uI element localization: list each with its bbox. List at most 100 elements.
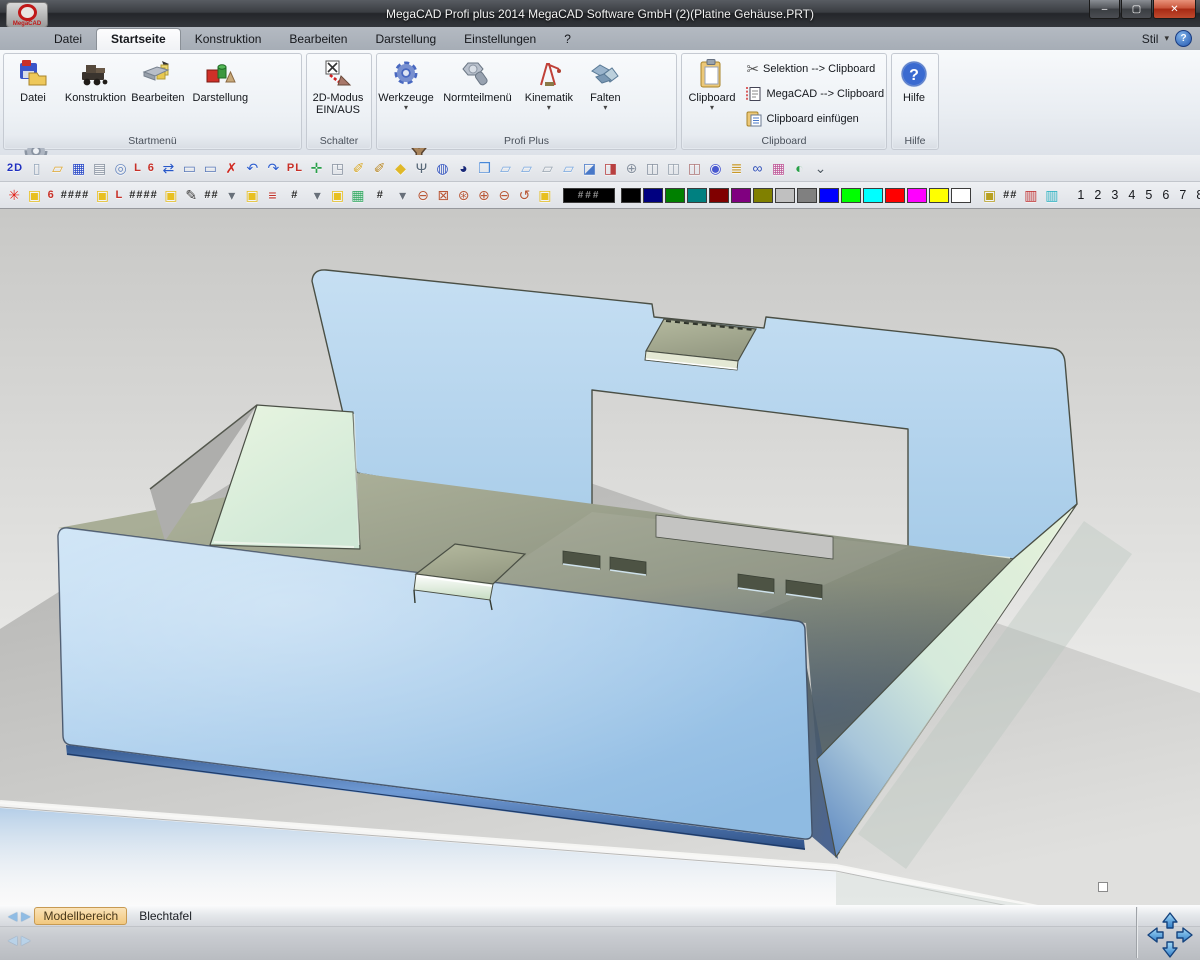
tripod-icon[interactable]: Ψ xyxy=(411,157,432,179)
dropdown-a-icon[interactable]: ▾ xyxy=(222,184,242,206)
clipboard-einfuegen-item[interactable]: Clipboard einfügen xyxy=(746,106,884,131)
style-selector[interactable]: Stil xyxy=(1142,32,1159,46)
pan-navigation-icon[interactable] xyxy=(1146,911,1194,959)
style-caret-icon[interactable]: ▾ xyxy=(1164,33,1169,44)
hash-field-a[interactable]: #### xyxy=(58,184,92,206)
layers-icon[interactable]: ≣ xyxy=(726,157,747,179)
layer-number-1[interactable]: 1 xyxy=(1072,188,1089,202)
new-file-icon[interactable]: ▯ xyxy=(26,157,47,179)
colorbars-b-icon[interactable]: ▥ xyxy=(1041,184,1062,206)
palette-swatch-6[interactable] xyxy=(753,188,773,203)
statusbar-tab-blechtafel[interactable]: Blechtafel xyxy=(131,908,200,924)
shaded-cube-icon[interactable]: ◨ xyxy=(600,157,621,179)
minimize-button[interactable]: – xyxy=(1089,0,1120,19)
help-icon[interactable]: ? xyxy=(1175,30,1192,47)
menu-tab-bearbeiten[interactable]: Bearbeiten xyxy=(275,29,361,50)
colorgrid-icon[interactable]: ▦ xyxy=(348,184,368,206)
falten-button[interactable]: Falten ▾ xyxy=(582,54,628,132)
zoom-window-icon[interactable]: ⊠ xyxy=(433,184,453,206)
undo-icon[interactable]: ↶ xyxy=(242,157,263,179)
prev-sheet-arrow-icon[interactable]: ◀ xyxy=(8,909,17,923)
wire-cylinder3-icon[interactable]: ◫ xyxy=(684,157,705,179)
layer-number-2[interactable]: 2 xyxy=(1089,188,1106,202)
wire-sphere-icon[interactable]: ⊕ xyxy=(621,157,642,179)
palette-swatch-9[interactable] xyxy=(819,188,839,203)
palette-swatch-0[interactable] xyxy=(621,188,641,203)
save-prt-icon[interactable]: ▦ xyxy=(68,157,89,179)
zoom-in-icon[interactable]: ⊕ xyxy=(474,184,494,206)
dropdown-b-icon[interactable]: ▾ xyxy=(307,184,327,206)
next-arrow-dim-icon[interactable]: ▶ xyxy=(21,933,30,947)
axes-icon[interactable]: ✛ xyxy=(306,157,327,179)
menu-tab-konstruktion[interactable]: Konstruktion xyxy=(181,29,276,50)
megacad-clipboard-item[interactable]: MegaCAD --> Clipboard xyxy=(746,81,884,106)
hash-field-b[interactable]: #### xyxy=(126,184,160,206)
zoom-previous-icon[interactable]: ↺ xyxy=(514,184,534,206)
hash-line-b[interactable]: #— xyxy=(368,184,393,206)
close-button[interactable]: ✕ xyxy=(1153,0,1196,19)
palette-swatch-4[interactable] xyxy=(709,188,729,203)
screen-refresh-icon[interactable]: ▭ xyxy=(179,157,200,179)
colorbars-a-icon[interactable]: ▥ xyxy=(1020,184,1041,206)
palette-swatch-2[interactable] xyxy=(665,188,685,203)
lock-c-icon[interactable]: ▣ xyxy=(242,184,262,206)
zoom-pan-icon[interactable]: ⊛ xyxy=(453,184,473,206)
panel-view-icon[interactable]: ◪ xyxy=(579,157,600,179)
palette-swatch-5[interactable] xyxy=(731,188,751,203)
dropdown-c-icon[interactable]: ▾ xyxy=(393,184,413,206)
screen-clear-icon[interactable]: ▭ xyxy=(200,157,221,179)
slab-view2-icon[interactable]: ▱ xyxy=(516,157,537,179)
lock-b-icon[interactable]: ▣ xyxy=(161,184,181,206)
cube-icon[interactable]: ❒ xyxy=(474,157,495,179)
palette-swatch-13[interactable] xyxy=(907,188,927,203)
screen-color-icon[interactable]: ▣ xyxy=(979,184,1000,206)
selection-handle[interactable] xyxy=(1098,882,1108,892)
linestyle-icon[interactable]: ≡ xyxy=(262,184,282,206)
next-sheet-arrow-icon[interactable]: ▶ xyxy=(21,909,30,923)
palette-swatch-1[interactable] xyxy=(643,188,663,203)
menu-tab-darstellung[interactable]: Darstellung xyxy=(361,29,450,50)
current-color-swatch[interactable]: ### xyxy=(563,188,615,203)
snap-star-icon[interactable]: ✳ xyxy=(4,184,24,206)
doc-save6-icon[interactable]: 6 xyxy=(145,157,158,179)
menu-tab-startseite[interactable]: Startseite xyxy=(96,28,181,50)
pen-icon[interactable]: ✎ xyxy=(181,184,201,206)
erase-icon[interactable]: ✗ xyxy=(221,157,242,179)
werkzeuge-button[interactable]: Werkzeuge ▾ xyxy=(377,54,435,132)
palette-swatch-8[interactable] xyxy=(797,188,817,203)
palette-swatch-15[interactable] xyxy=(951,188,971,203)
lock-snap-icon[interactable]: ▣ xyxy=(24,184,44,206)
lock-zoom-icon[interactable]: ▣ xyxy=(535,184,555,206)
plot-icon[interactable]: PL xyxy=(284,157,306,179)
layer-number-8[interactable]: 8 xyxy=(1191,188,1200,202)
datei-button[interactable]: Datei xyxy=(4,54,62,132)
selektion-clipboard-item[interactable]: ✂ Selektion --> Clipboard xyxy=(746,56,884,81)
palette-swatch-7[interactable] xyxy=(775,188,795,203)
hash-small[interactable]: ## xyxy=(201,184,221,206)
layer-number-6[interactable]: 6 xyxy=(1157,188,1174,202)
measure-icon[interactable]: ✐ xyxy=(348,157,369,179)
konstruktion-button[interactable]: Konstruktion xyxy=(66,54,124,132)
palette-swatch-11[interactable] xyxy=(863,188,883,203)
color-wheel-icon[interactable]: ◐ xyxy=(789,157,810,179)
sphere-icon[interactable]: ◕ xyxy=(453,157,474,179)
wire-cylinder1-icon[interactable]: ◫ xyxy=(642,157,663,179)
opgl-icon[interactable]: ◉ xyxy=(705,157,726,179)
layer-number-7[interactable]: 7 xyxy=(1174,188,1191,202)
menu-tab-einstellungen[interactable]: Einstellungen xyxy=(450,29,550,50)
doc-6-icon[interactable]: 6 xyxy=(45,184,58,206)
redo-icon[interactable]: ↷ xyxy=(263,157,284,179)
kinematik-caret-icon[interactable]: ▾ xyxy=(547,104,551,111)
menu-tab--[interactable]: ? xyxy=(550,29,585,50)
statusbar-tab-modellbereich[interactable]: Modellbereich xyxy=(34,907,127,925)
menu-tab-datei[interactable]: Datei xyxy=(40,29,96,50)
binoculars-icon[interactable]: ∞ xyxy=(747,157,768,179)
lock-a-icon[interactable]: ▣ xyxy=(92,184,112,206)
toolbar-overflow-icon[interactable]: ⌄ xyxy=(810,157,831,179)
maximize-button[interactable]: ▢ xyxy=(1121,0,1152,19)
slab-view1-icon[interactable]: ▱ xyxy=(495,157,516,179)
hilfe-button[interactable]: ? Hilfe xyxy=(892,54,936,132)
darstellung-button[interactable]: Darstellung xyxy=(191,54,249,132)
falten-caret-icon[interactable]: ▾ xyxy=(603,104,607,111)
slab-view3-icon[interactable]: ▱ xyxy=(537,157,558,179)
